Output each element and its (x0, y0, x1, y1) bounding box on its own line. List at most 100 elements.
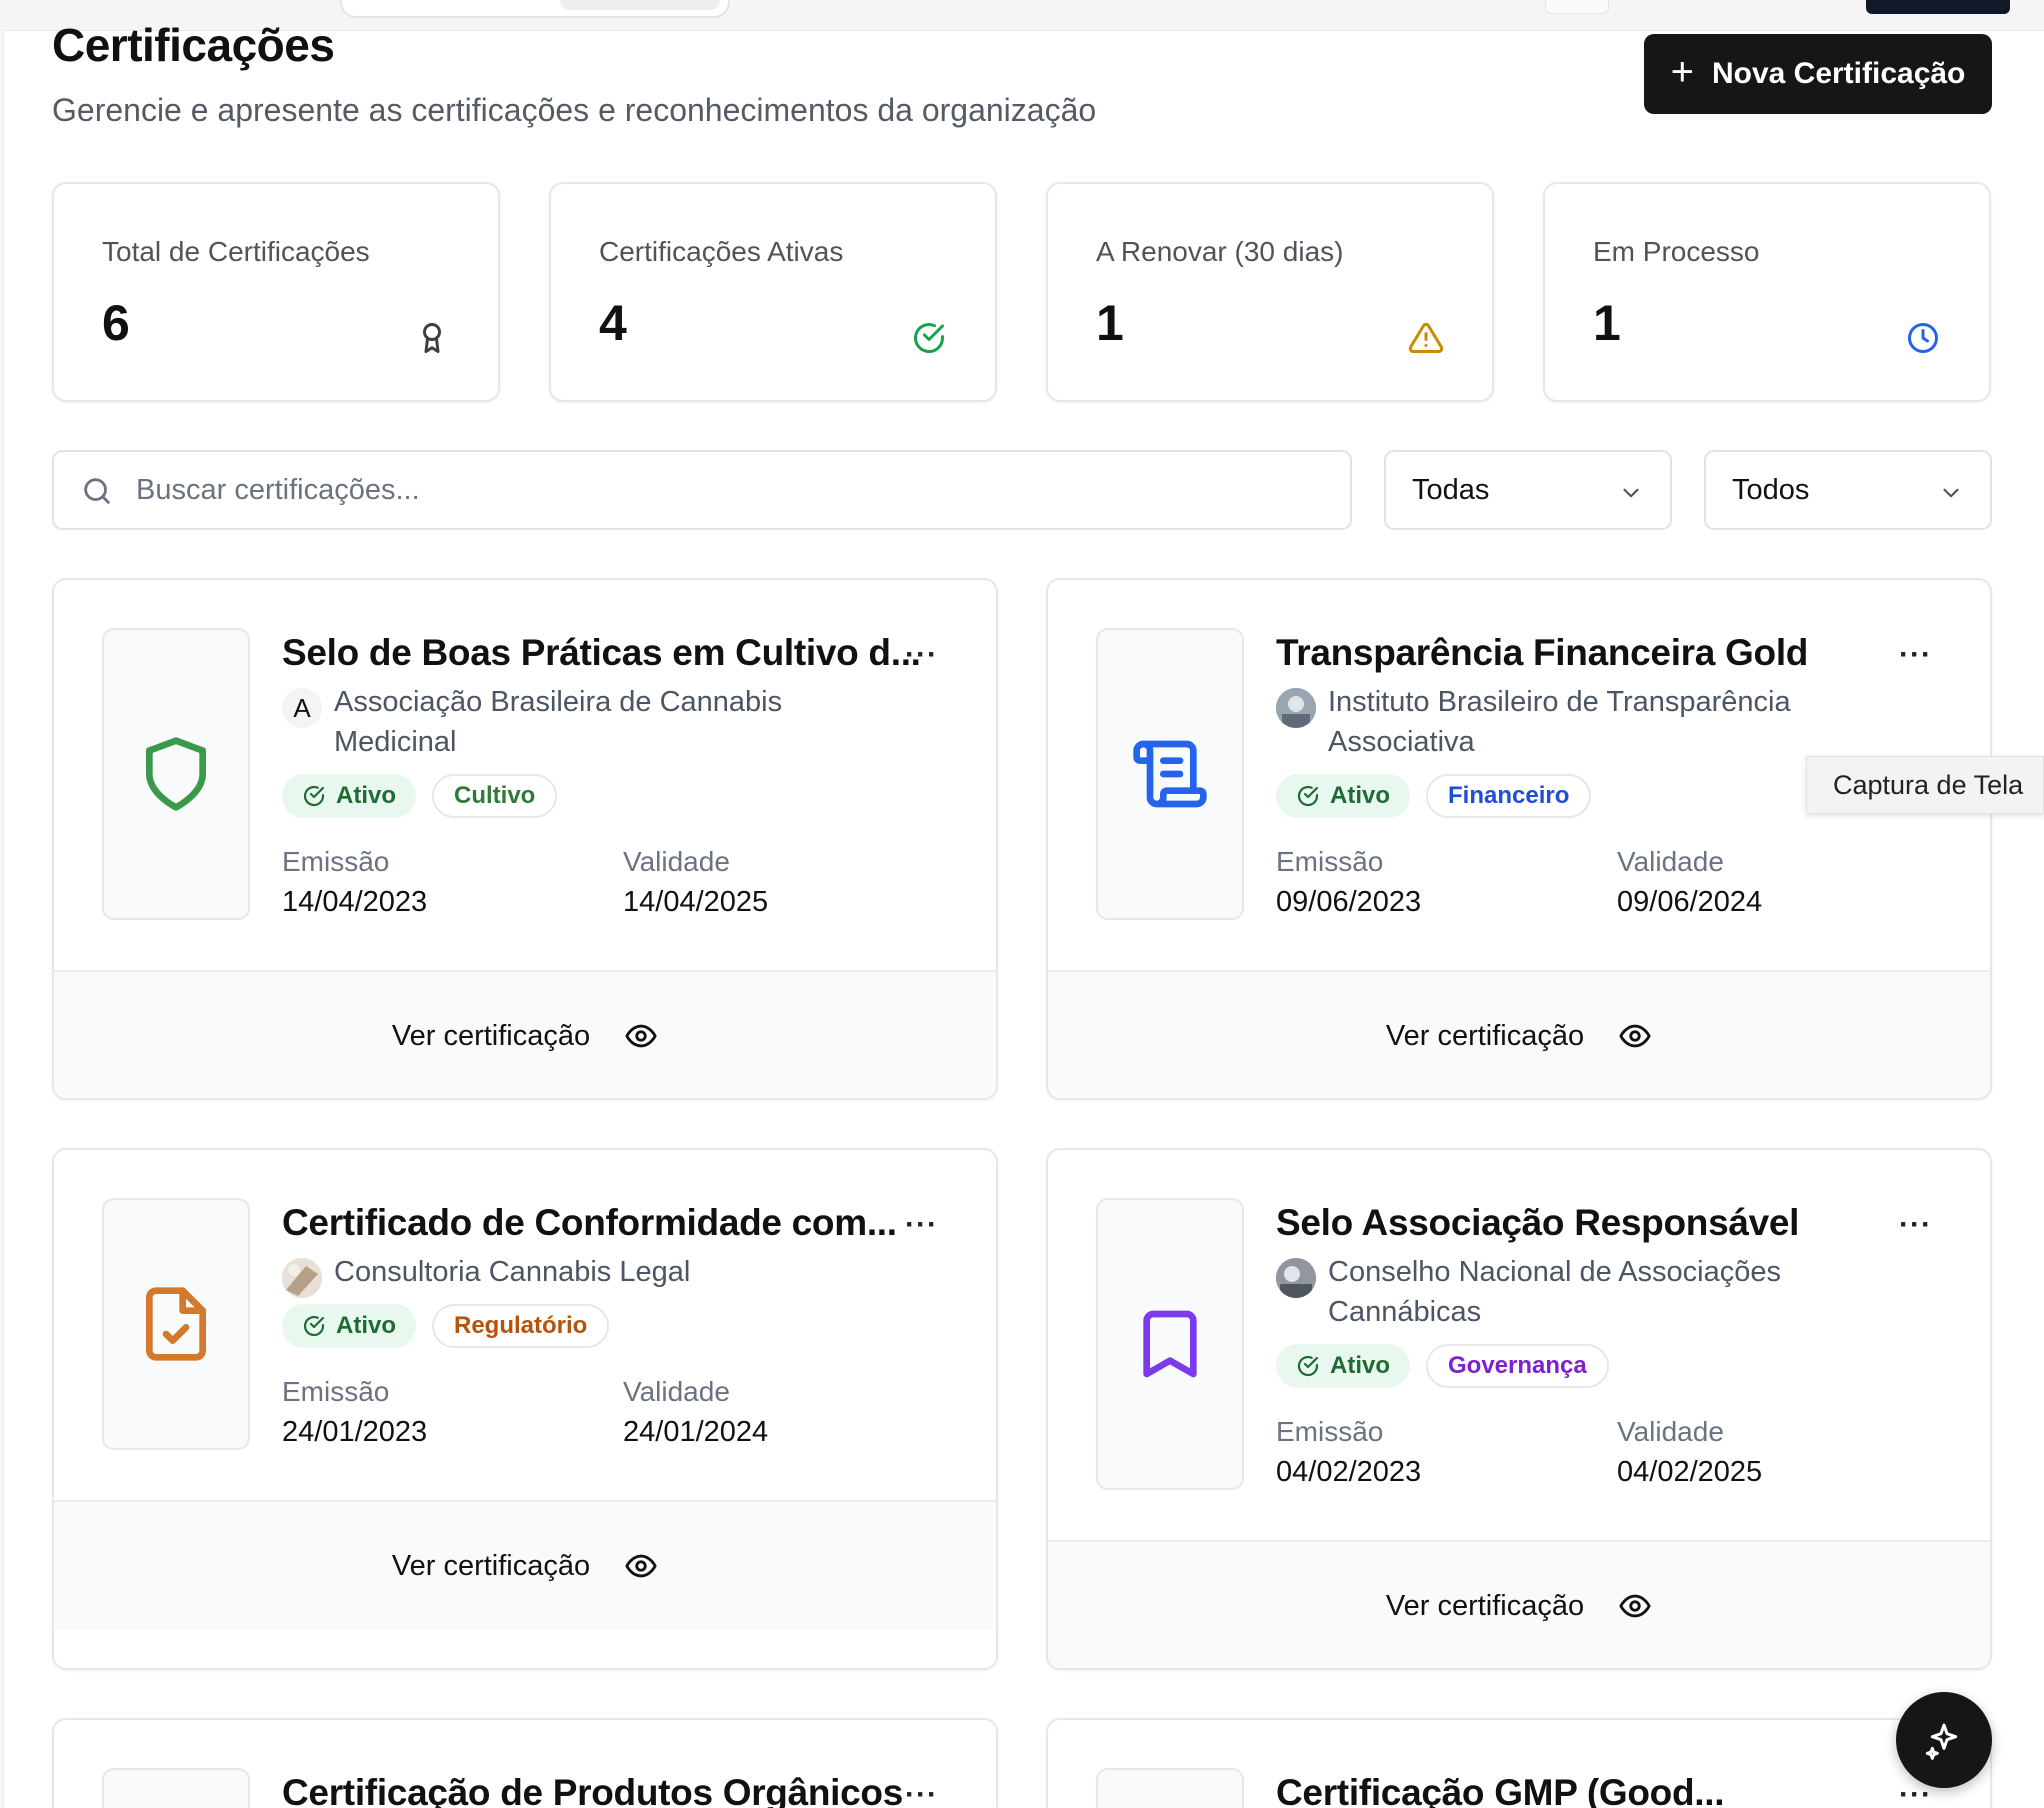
screenshot-tooltip: Captura de Tela (1806, 756, 2044, 814)
stat-value: 1 (1096, 295, 1124, 351)
certification-title[interactable]: Certificação GMP (Good... (1276, 1772, 1725, 1808)
scroll-icon (1133, 740, 1207, 808)
top-pill-segment[interactable] (560, 0, 720, 10)
stat-value: 4 (599, 295, 627, 351)
more-options-button[interactable]: ··· (905, 1778, 938, 1808)
eye-icon (625, 1024, 657, 1048)
check-circle-icon (914, 323, 944, 353)
certification-card: Transparência Financeira Gold ··· Instit… (1046, 578, 1992, 1100)
emission-value: 14/04/2023 (282, 886, 428, 918)
status-label: Ativo (1330, 782, 1390, 809)
top-icon-button[interactable] (1545, 0, 1609, 14)
emission-value: 04/02/2023 (1276, 1456, 1422, 1488)
certification-title[interactable]: Transparência Financeira Gold (1276, 632, 1808, 674)
certification-title[interactable]: Certificado de Conformidade com... (282, 1202, 897, 1244)
ai-assistant-button[interactable] (1896, 1692, 1992, 1788)
status-badge: Ativo (1276, 774, 1410, 818)
status-label: Ativo (336, 782, 396, 809)
validity-value: 14/04/2025 (623, 886, 769, 918)
status-badge: Ativo (282, 1304, 416, 1348)
stat-label: Total de Certificações (102, 236, 370, 267)
check-circle-icon (1297, 785, 1319, 807)
view-certification-button[interactable]: Ver certificação (1048, 970, 1990, 1098)
certification-thumbnail (102, 1198, 250, 1450)
more-options-button[interactable]: ··· (1899, 1208, 1932, 1242)
view-certification-button[interactable]: Ver certificação (54, 1500, 996, 1630)
top-user-button[interactable] (1866, 0, 2010, 14)
certification-card: Selo Associação Responsável ··· Conselho… (1046, 1148, 1992, 1670)
chevron-down-icon (1623, 488, 1639, 498)
award-icon (423, 323, 441, 353)
emission-date: Emissão 09/06/2023 (1276, 846, 1421, 919)
stat-card-total: Total de Certificações 6 (52, 182, 500, 402)
badges: Ativo Governança (1276, 1344, 1609, 1388)
sparkles-icon (1925, 1723, 1958, 1760)
page-title: Certificações (52, 19, 335, 71)
type-filter-select[interactable]: Todas (1384, 450, 1672, 530)
category-badge: Cultivo (432, 774, 558, 818)
view-certification-button[interactable]: Ver certificação (1048, 1540, 1990, 1668)
view-certification-label: Ver certificação (1385, 1019, 1585, 1052)
issuer-avatar (1276, 688, 1316, 728)
emission-date: Emissão 24/01/2023 (282, 1376, 427, 1449)
clock-icon (1908, 323, 1938, 353)
certification-title[interactable]: Selo de Boas Práticas em Cultivo d... (282, 632, 921, 674)
file-check-icon (146, 1287, 207, 1361)
search-icon (84, 478, 110, 504)
check-circle-icon (303, 1315, 325, 1337)
plus-icon: + (1670, 50, 1694, 94)
avatar-photo-icon (1276, 1258, 1316, 1298)
badges: Ativo Financeiro (1276, 774, 1592, 818)
issuer: A Associação Brasileira de Cannabis Medi… (282, 682, 834, 762)
issuer-avatar (282, 1258, 322, 1298)
emission-label: Emissão (1276, 846, 1384, 877)
emission-date: Emissão 04/02/2023 (1276, 1416, 1421, 1489)
validity-label: Validade (623, 1376, 730, 1407)
shield-icon (146, 737, 207, 811)
eye-icon (625, 1554, 657, 1578)
search-placeholder: Buscar certificações... (136, 474, 420, 506)
stat-label: Certificações Ativas (599, 236, 844, 267)
view-certification-label: Ver certificação (1385, 1589, 1585, 1622)
eye-icon (1619, 1024, 1651, 1048)
certification-thumbnail (1096, 1198, 1244, 1490)
avatar-photo-icon (282, 1258, 322, 1298)
issuer: Conselho Nacional de Associações Cannábi… (1276, 1252, 1828, 1332)
chevron-down-icon (1943, 488, 1959, 498)
issuer-avatar: A (282, 688, 322, 728)
issuer-name: Associação Brasileira de Cannabis Medici… (334, 686, 783, 758)
more-options-button[interactable]: ··· (905, 1208, 938, 1242)
status-filter-value: Todos (1732, 474, 1810, 506)
certification-card: Certificação de Produtos Orgânicos ··· (52, 1718, 998, 1808)
status-filter-select[interactable]: Todos (1704, 450, 1992, 530)
status-badge: Ativo (1276, 1344, 1410, 1388)
certification-title[interactable]: Certificação de Produtos Orgânicos (282, 1772, 903, 1808)
validity-label: Validade (623, 846, 730, 877)
validity-value: 24/01/2024 (623, 1416, 769, 1448)
emission-value: 24/01/2023 (282, 1416, 428, 1448)
certification-title[interactable]: Selo Associação Responsável (1276, 1202, 1799, 1244)
emission-label: Emissão (1276, 1416, 1384, 1447)
new-certification-button[interactable]: + Nova Certificação (1644, 34, 1992, 114)
new-certification-label: Nova Certificação (1711, 57, 1966, 90)
certification-thumbnail (102, 628, 250, 920)
stat-card-active: Certificações Ativas 4 (549, 182, 997, 402)
status-badge: Ativo (282, 774, 416, 818)
certification-card: Selo de Boas Práticas em Cultivo d... ··… (52, 578, 998, 1100)
check-circle-icon (1297, 1355, 1319, 1377)
certification-thumbnail (1096, 1768, 1244, 1808)
bookmark-icon (1143, 1310, 1197, 1378)
view-certification-button[interactable]: Ver certificação (54, 970, 996, 1098)
badges: Ativo Cultivo (282, 774, 558, 818)
page-subtitle: Gerencie e apresente as certificações e … (52, 92, 1097, 128)
certification-thumbnail (102, 1768, 250, 1808)
more-options-button[interactable]: ··· (1899, 638, 1932, 672)
issuer-name: Instituto Brasileiro de Transparência As… (1328, 686, 1791, 758)
view-certification-label: Ver certificação (391, 1019, 591, 1052)
more-options-button[interactable]: ··· (905, 638, 938, 672)
validity-date: Validade 04/02/2025 (1617, 1416, 1762, 1489)
search-input[interactable]: Buscar certificações... (52, 450, 1352, 530)
stat-label: Em Processo (1593, 236, 1760, 267)
emission-label: Emissão (282, 846, 390, 877)
emission-date: Emissão 14/04/2023 (282, 846, 427, 919)
